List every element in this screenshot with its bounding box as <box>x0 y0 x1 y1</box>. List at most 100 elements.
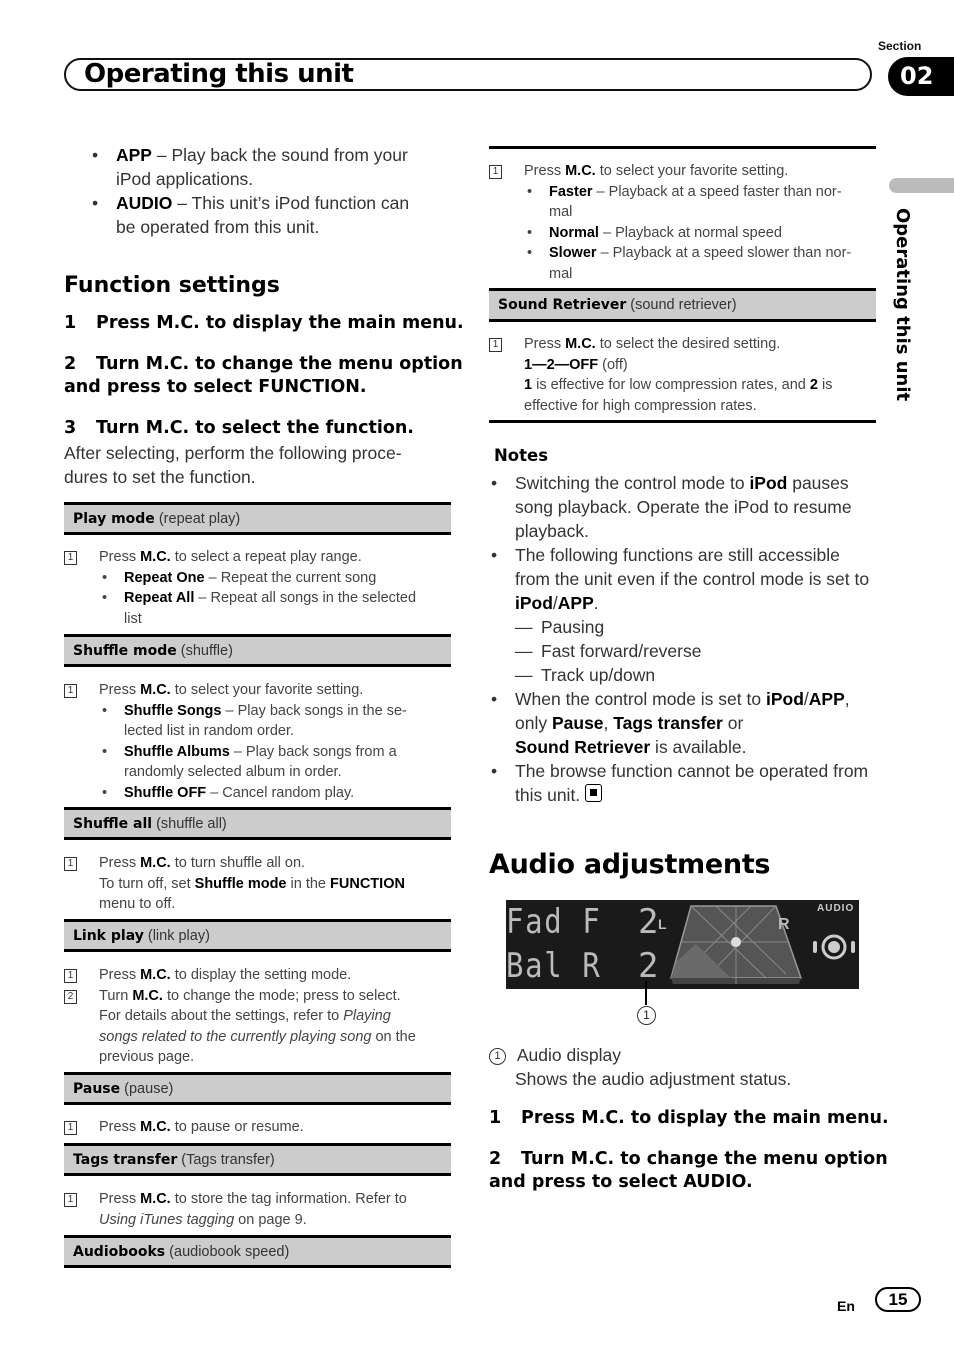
bullet-icon: • <box>527 183 533 200</box>
pause-header: Pause (pause) <box>64 1072 451 1105</box>
divider <box>489 420 876 423</box>
bullet-icon: • <box>92 193 99 213</box>
note-item: • The following functions are still acce… <box>491 543 880 687</box>
option-term: Shuffle Albums <box>124 743 230 760</box>
text: The following functions are still access… <box>515 545 840 565</box>
tags-transfer-header: Tags transfer (Tags transfer) <box>64 1143 451 1176</box>
text: to turn shuffle all on. <box>170 855 306 871</box>
reference-link: songs related to the currently playing s… <box>99 1028 372 1045</box>
step-number-box: 1 <box>64 684 77 698</box>
bullet-icon: • <box>491 689 498 709</box>
mc-label: M.C. <box>140 549 171 565</box>
option-item: • Shuffle Songs – Play back songs in the … <box>64 701 451 742</box>
setting-sequence: 1—2—OFF <box>524 356 599 373</box>
bold-term: APP <box>557 593 594 613</box>
text: to select your favorite setting. <box>595 163 789 179</box>
step-text: Turn M.C. to change the menu option <box>521 1149 888 1169</box>
option-desc-cont: list <box>124 610 142 627</box>
setting-name: Tags transfer <box>73 1152 178 1168</box>
mc-label: M.C. <box>140 1191 171 1207</box>
pause-body: 1 Press M.C. to pause or resume. <box>64 1117 451 1138</box>
text: For details about the settings, refer to <box>99 1008 344 1024</box>
link-play-body: 1 Press M.C. to display the setting mode.… <box>64 965 451 1068</box>
dash-item: — Fast forward/reverse <box>515 639 880 663</box>
balance-value: 2 <box>638 946 659 986</box>
dash-item: — Track up/down <box>515 663 880 687</box>
option-desc: – Repeat all songs in the selected <box>194 590 417 606</box>
text: to select a repeat play range. <box>170 549 362 565</box>
shuffle-all-header: Shuffle all (shuffle all) <box>64 807 451 840</box>
text: is <box>817 377 833 393</box>
step-number-box: 1 <box>489 338 502 352</box>
audiobooks-header: Audiobooks (audiobook speed) <box>64 1235 451 1268</box>
option-desc: – Play back songs in the se- <box>221 702 407 719</box>
text: , <box>603 713 614 733</box>
bullet-audio: • AUDIO – This unit’s iPod function can … <box>92 191 456 239</box>
legend-title: Audio display <box>516 1045 621 1065</box>
step-text-cont: and press to select FUNCTION. <box>64 377 367 397</box>
step-3: 3 Turn M.C. to select the function. <box>64 417 414 440</box>
em-dash-icon: — <box>515 665 533 685</box>
setting-name: Shuffle mode <box>73 643 177 659</box>
callout-line <box>645 981 647 1005</box>
sound-retriever-header: Sound Retriever (sound retriever) <box>489 288 876 322</box>
reference-link: Playing <box>343 1008 391 1024</box>
setting-sub: (sound retriever) <box>626 297 737 313</box>
note-item: • Switching the control mode to iPod pau… <box>491 471 880 543</box>
step-number: 1 <box>489 1108 502 1128</box>
reference-link: Using iTunes tagging <box>99 1211 235 1228</box>
text: Press <box>99 1191 141 1207</box>
legend-number: 1 <box>489 1048 506 1065</box>
text: Switching the control mode to <box>515 473 750 493</box>
after-selecting-text: After selecting, perform the following p… <box>64 441 402 489</box>
text: to select your favorite setting. <box>170 682 364 698</box>
bullet-icon: • <box>102 743 108 760</box>
bullet-icon: • <box>491 545 498 565</box>
text: to pause or resume. <box>170 1119 304 1135</box>
bullet-icon: • <box>491 761 498 781</box>
option-item: • Normal – Playback at normal speed <box>489 223 876 244</box>
option-desc: – Cancel random play. <box>206 784 355 801</box>
page-number: 15 <box>875 1287 921 1312</box>
step-number-box: 1 <box>64 1121 77 1135</box>
mc-label: M.C. <box>140 967 171 983</box>
display-legend: 1 Audio display Shows the audio adjustme… <box>489 1043 879 1091</box>
text: to select the desired setting. <box>595 336 781 352</box>
audio-knob-icon <box>813 934 855 960</box>
step-text: Press M.C. to display the main menu. <box>96 313 464 333</box>
section-label: Section <box>878 39 922 53</box>
option-desc-cont: lected list in random order. <box>124 723 295 739</box>
text: To turn off, set <box>99 875 195 892</box>
text: (off) <box>598 356 628 373</box>
text: Press <box>99 682 141 698</box>
link-play-header: Link play (link play) <box>64 919 451 952</box>
note-item: • When the control mode is set to iPod/A… <box>491 687 880 759</box>
audio-step-1: 1 Press M.C. to display the main menu. <box>489 1107 889 1130</box>
em-dash-icon: — <box>515 641 533 661</box>
option-desc: – Playback at a speed slower than nor- <box>596 245 852 261</box>
bold-term: FUNCTION <box>330 875 405 892</box>
audio-mode-label: AUDIO <box>817 903 855 914</box>
option-desc: – Playback at a speed faster than nor- <box>592 183 842 200</box>
desc-cont: be operated from this unit. <box>116 217 320 237</box>
setting-name: Pause <box>73 1081 121 1097</box>
bold-term: Pause <box>551 713 604 733</box>
option-desc: – Repeat the current song <box>204 569 377 586</box>
option-desc-cont: mal <box>549 265 573 282</box>
option-item: • Shuffle OFF – Cancel random play. <box>64 783 451 804</box>
bullet-app: • APP – Play back the sound from your iP… <box>92 143 456 191</box>
option-item: • Repeat All – Repeat all songs in the se… <box>64 588 451 629</box>
option-term: Slower <box>549 245 597 261</box>
text: on page 9. <box>234 1211 307 1228</box>
step-1: 1 Press M.C. to display the main menu. <box>64 312 464 335</box>
notes-list: • Switching the control mode to iPod pau… <box>491 471 880 807</box>
text: only <box>515 713 552 733</box>
step-number-box: 1 <box>489 165 502 179</box>
legend-desc: Shows the audio adjustment status. <box>515 1069 792 1089</box>
step-number-box: 1 <box>64 1193 77 1207</box>
setting-name: Shuffle all <box>73 816 153 832</box>
play-mode-header: Play mode (repeat play) <box>64 502 451 535</box>
mc-label: M.C. <box>140 682 171 698</box>
option-term: Shuffle Songs <box>124 702 222 719</box>
step-number: 2 <box>64 354 77 374</box>
